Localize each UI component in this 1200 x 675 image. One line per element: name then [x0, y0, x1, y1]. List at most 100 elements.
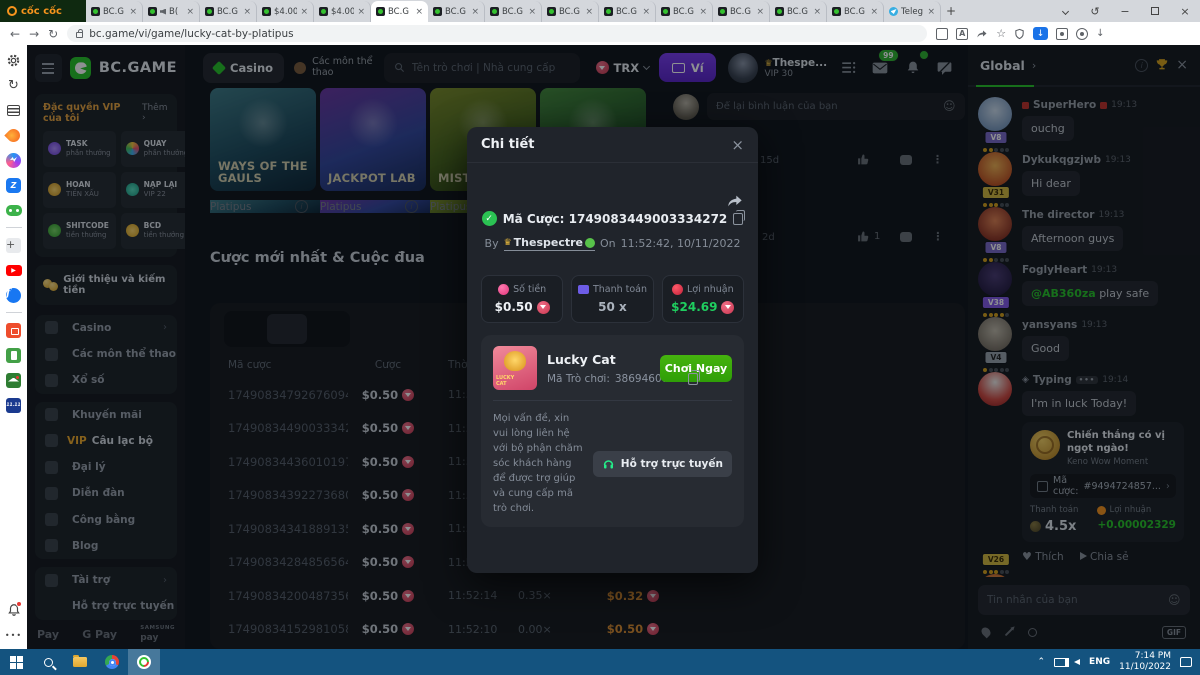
- notifications-bell-icon[interactable]: [6, 602, 22, 618]
- sidebar-nav-item[interactable]: Blog ›: [35, 533, 177, 559]
- vip-bonus-card[interactable]: SHITCODEtiền thưởng: [43, 213, 116, 249]
- avatar[interactable]: [728, 53, 758, 83]
- browser-tab[interactable]: BC.G ×: [86, 1, 143, 22]
- table-row[interactable]: 174908341529810586 $0.50 11:52:10 0.00× …: [210, 613, 965, 647]
- live-support-button[interactable]: Hỗ trợ trực tuyến: [593, 451, 732, 477]
- win-share-card[interactable]: Chiến thắng có vị ngọt ngào!Keno Wow Mom…: [1022, 422, 1184, 542]
- casino-tab[interactable]: Casino: [203, 53, 284, 83]
- add-shortcut-icon[interactable]: +: [6, 237, 22, 253]
- share-action[interactable]: Chia sẻ: [1080, 551, 1129, 563]
- emoji-smiley-icon[interactable]: ☺: [943, 100, 956, 113]
- bet-menu-icon[interactable]: [837, 56, 859, 80]
- draw-icon[interactable]: [1005, 628, 1013, 636]
- thumbs-up-icon[interactable]: [857, 153, 870, 166]
- copy-icon[interactable]: [688, 373, 698, 385]
- browser-tab[interactable]: BC.G ×: [371, 1, 428, 22]
- referral-panel[interactable]: Giới thiệu và kiếm tiền: [35, 265, 177, 305]
- sidebar-nav-item[interactable]: Xổ số ›: [35, 367, 177, 393]
- more-icon[interactable]: •••: [6, 627, 22, 643]
- tab-search-icon[interactable]: [1050, 0, 1080, 22]
- sidebar-nav-item[interactable]: Tài trợ ›: [35, 567, 177, 593]
- sidebar-nav-item[interactable]: Diễn đàn ›: [35, 480, 177, 506]
- vip-bonus-card[interactable]: NẠP LẠIVIP 22: [121, 172, 194, 208]
- info-icon[interactable]: i: [405, 200, 418, 213]
- wallet-button[interactable]: Ví: [659, 53, 716, 82]
- sidebar-nav-item[interactable]: Casino ›: [35, 315, 177, 341]
- browser-tab[interactable]: Teleg ×: [884, 1, 941, 22]
- bcgame-logo-text[interactable]: BC.GAME: [99, 60, 177, 76]
- browser-tab[interactable]: $4.00 ×: [314, 1, 371, 22]
- speaker-icon[interactable]: [1074, 659, 1080, 665]
- minimize-button[interactable]: −: [1110, 0, 1140, 22]
- zalo-icon[interactable]: Z: [6, 177, 22, 193]
- vip-bonus-card[interactable]: HOÀNTIỀN XẤU: [43, 172, 116, 208]
- url-field[interactable]: bc.game/vi/game/lucky-cat-by-platipus: [67, 25, 927, 42]
- mention[interactable]: @AB360za: [1031, 287, 1096, 300]
- sidebar-nav-item[interactable]: VIP Câu lạc bộ ›: [35, 428, 177, 454]
- avatar[interactable]: [978, 317, 1012, 351]
- tab-close-icon[interactable]: ×: [471, 7, 479, 17]
- forward-icon[interactable]: →: [29, 27, 39, 41]
- file-explorer-icon[interactable]: [64, 649, 96, 675]
- tab-close-icon[interactable]: ×: [300, 7, 308, 17]
- action-center-icon[interactable]: [1180, 657, 1192, 667]
- browser-tab[interactable]: BC.G ×: [827, 1, 884, 22]
- tab-close-icon[interactable]: ×: [129, 7, 137, 17]
- network-icon[interactable]: [1054, 658, 1065, 667]
- modal-close-icon[interactable]: ×: [731, 136, 744, 154]
- table-row[interactable]: 174908340957492992 $0.50 11:52:04 0.00× …: [210, 646, 965, 649]
- comment-input[interactable]: [716, 101, 943, 112]
- tab-close-icon[interactable]: ×: [186, 7, 194, 17]
- sidebar-nav-item[interactable]: Khuyến mãi ›: [35, 402, 177, 428]
- vip-bonus-card[interactable]: QUAYphần thưởng: [121, 131, 194, 167]
- bcgame-logo-icon[interactable]: [70, 57, 91, 79]
- history-icon[interactable]: ↻: [6, 77, 22, 93]
- info-icon[interactable]: i: [295, 200, 308, 213]
- share-icon[interactable]: [976, 28, 988, 40]
- tab-close-icon[interactable]: ×: [528, 7, 536, 17]
- education-app-icon[interactable]: [6, 372, 22, 388]
- browser-tab[interactable]: BC.G ×: [656, 1, 713, 22]
- table-row[interactable]: 174908342004873561 $0.50 11:52:14 0.35× …: [210, 579, 965, 613]
- notifications-bell-icon[interactable]: [902, 56, 924, 80]
- sidebar-nav-item[interactable]: Công bằng ›: [35, 507, 177, 533]
- vip-bonus-card[interactable]: BCDtiền thưởng: [121, 213, 194, 249]
- reading-list-icon[interactable]: [6, 102, 22, 118]
- browser-tab[interactable]: BC.G ×: [542, 1, 599, 22]
- mail-icon[interactable]: 99: [869, 56, 891, 80]
- facebook-icon[interactable]: f: [6, 287, 22, 303]
- hot-trends-icon[interactable]: [6, 127, 22, 143]
- sidebar-nav-item[interactable]: Các môn thể thao ›: [35, 341, 177, 367]
- bookmark-star-icon[interactable]: ☆: [996, 28, 1006, 39]
- bets-tab[interactable]: [227, 314, 267, 344]
- avatar[interactable]: [978, 372, 1012, 406]
- browser-tab[interactable]: BC.G ×: [485, 1, 542, 22]
- close-button[interactable]: ×: [1170, 0, 1200, 22]
- messenger-icon[interactable]: [6, 152, 22, 168]
- language-indicator[interactable]: ENG: [1089, 657, 1110, 667]
- emoji-smiley-icon[interactable]: ☺: [1168, 594, 1181, 607]
- more-options-icon[interactable]: ⋮: [932, 153, 943, 166]
- shield-icon[interactable]: [1014, 28, 1025, 40]
- avatar[interactable]: [978, 152, 1012, 186]
- coccoc-logo[interactable]: cốc cốc: [0, 0, 86, 22]
- tab-close-icon[interactable]: ×: [357, 7, 365, 17]
- translate-icon[interactable]: A: [956, 28, 968, 40]
- tab-close-icon[interactable]: ×: [927, 7, 935, 17]
- lock-icon[interactable]: [76, 32, 83, 38]
- restore-tab-icon[interactable]: ↺: [1080, 0, 1110, 22]
- like-action[interactable]: ♥ Thích: [1022, 550, 1064, 563]
- tab-close-icon[interactable]: ×: [699, 7, 707, 17]
- provider-label[interactable]: Platipus: [430, 201, 472, 213]
- game-card[interactable]: JACKPOT LAB: [320, 88, 426, 191]
- chat-close-icon[interactable]: ×: [1176, 57, 1188, 73]
- tab-close-icon[interactable]: ×: [813, 7, 821, 17]
- chat-rules-info-icon[interactable]: i: [1135, 59, 1148, 72]
- chat-toggle-icon[interactable]: [934, 56, 956, 80]
- sidebar-nav-item[interactable]: Đại lý ›: [35, 454, 177, 480]
- start-button[interactable]: [0, 649, 32, 675]
- taskbar-search-icon[interactable]: [32, 649, 64, 675]
- sports-tab[interactable]: Các môn thể thao: [294, 57, 374, 79]
- win-card-bet-id[interactable]: Mã cược:#9494724857...›: [1030, 474, 1176, 498]
- chat-input[interactable]: [987, 594, 1162, 606]
